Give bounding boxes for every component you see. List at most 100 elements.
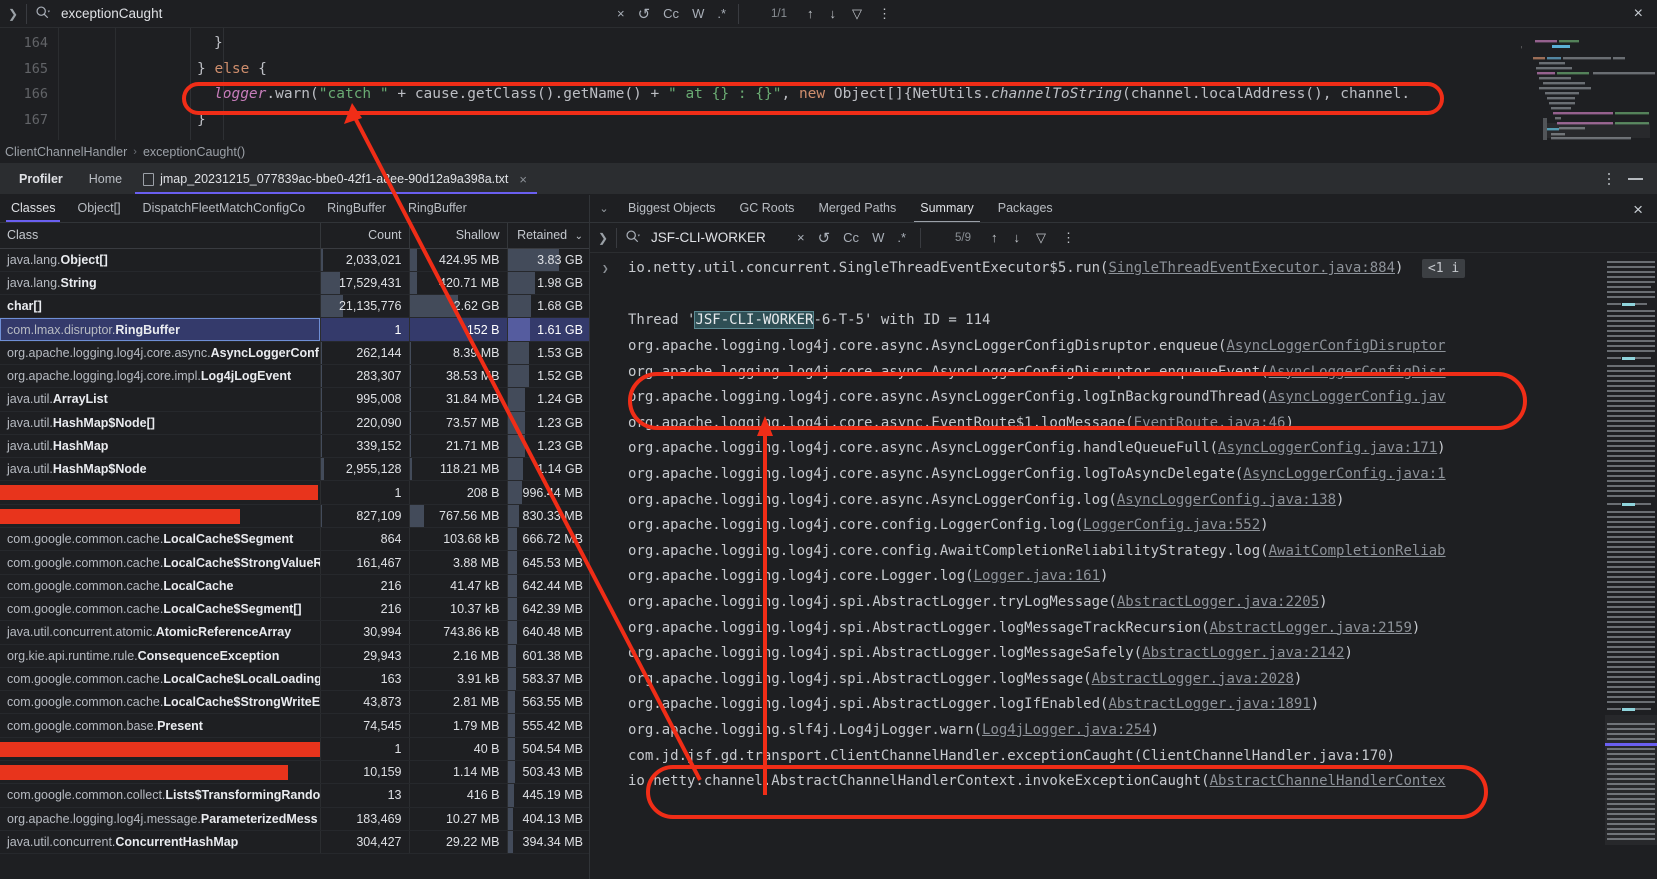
- frame-source-link[interactable]: AsyncLoggerConfig.jav: [1269, 389, 1446, 405]
- table-row[interactable]: 827,109 767.56 MB 830.33 MB: [0, 504, 589, 529]
- frame-source-link[interactable]: LoggerConfig.java:552: [1083, 517, 1260, 533]
- stack-frame-row[interactable]: org.apache.logging.log4j.spi.AbstractLog…: [590, 590, 1657, 616]
- frame-source-link[interactable]: AsyncLoggerConfigDisr: [1269, 364, 1446, 380]
- find-more-icon[interactable]: ⋮: [878, 6, 891, 22]
- tab-heap-dump-file[interactable]: jmap_20231215_077839ac-bbe0-42f1-a8ee-90…: [135, 164, 537, 194]
- regex-loop-icon[interactable]: ↺: [638, 5, 651, 23]
- table-row[interactable]: 1 40 B 504.54 MB: [0, 737, 589, 762]
- table-row[interactable]: java.lang.String 17,529,431 420.71 MB 1.98 …: [0, 271, 589, 296]
- stack-frame-row[interactable]: org.apache.logging.log4j.core.async.Asyn…: [590, 462, 1657, 488]
- stack-frame-row[interactable]: org.apache.logging.log4j.spi.AbstractLog…: [590, 616, 1657, 642]
- stack-frame-row[interactable]: org.apache.logging.log4j.core.Logger.log…: [590, 564, 1657, 590]
- table-row[interactable]: com.google.common.cache.LocalCache$Stron…: [0, 690, 589, 715]
- tab-home[interactable]: Home: [76, 164, 135, 194]
- match-case-toggle[interactable]: Cc: [663, 6, 679, 21]
- expand-chevron-icon[interactable]: ❯: [602, 255, 609, 282]
- frame-source-link[interactable]: AwaitCompletionReliab: [1269, 543, 1446, 559]
- stack-frame-row[interactable]: org.apache.logging.log4j.core.async.Asyn…: [590, 334, 1657, 360]
- search-icon[interactable]: [27, 5, 57, 23]
- column-header-class[interactable]: Class: [0, 223, 320, 249]
- stack-frame-row[interactable]: org.apache.logging.log4j.core.config.Log…: [590, 513, 1657, 539]
- stack-frame-row[interactable]: org.apache.logging.log4j.spi.AbstractLog…: [590, 641, 1657, 667]
- stack-frame-row[interactable]: org.apache.logging.log4j.core.async.Even…: [590, 411, 1657, 437]
- stack-frame-row[interactable]: org.apache.logging.log4j.core.async.Asyn…: [590, 360, 1657, 386]
- trace-find-input[interactable]: JSF-CLI-WORKER: [647, 230, 797, 245]
- trace-minimap[interactable]: [1605, 253, 1657, 845]
- trace-search-icon[interactable]: [617, 229, 647, 247]
- close-analysis-icon[interactable]: ×: [1633, 200, 1643, 220]
- sub-tab-dispatchfleetmatchconfig[interactable]: DispatchFleetMatchConfigCo: [132, 195, 317, 222]
- tab-summary[interactable]: Summary: [908, 195, 985, 222]
- code-text[interactable]: } } else { logger.warn("catch " + cause.…: [172, 28, 1657, 140]
- classes-table-viewport[interactable]: Class Count Shallow Retained ⌄ java.lang…: [0, 223, 589, 879]
- code-editor[interactable]: 164 165 166 167 } } else { logger.warn("…: [0, 28, 1657, 140]
- table-row[interactable]: com.google.common.base.Present 74,545 1.79…: [0, 713, 589, 738]
- table-row[interactable]: com.google.common.cache.LocalCache$Local…: [0, 667, 589, 692]
- table-row[interactable]: java.util.HashMap$Node 2,955,128 118.21 MB…: [0, 457, 589, 482]
- frame-source-link[interactable]: Logger.java:161: [974, 568, 1100, 584]
- trace-clear-search-icon[interactable]: ×: [797, 230, 805, 245]
- stack-frame-row[interactable]: org.apache.logging.log4j.core.async.Asyn…: [590, 385, 1657, 411]
- trace-source-link[interactable]: SingleThreadEventExecutor.java:884: [1108, 260, 1395, 276]
- sub-tab-classes[interactable]: Classes: [0, 195, 66, 222]
- stack-frame-row[interactable]: org.apache.logging.slf4j.Log4jLogger.war…: [590, 718, 1657, 744]
- tab-biggest-objects[interactable]: Biggest Objects: [616, 195, 728, 222]
- frame-source-link[interactable]: AbstractLogger.java:2142: [1142, 645, 1344, 661]
- trace-find-more-icon[interactable]: ⋮: [1062, 230, 1075, 246]
- frame-source-link[interactable]: Log4jLogger.java:254: [982, 722, 1151, 738]
- trace-regex-toggle[interactable]: .*: [897, 230, 906, 245]
- table-row[interactable]: java.util.concurrent.atomic.AtomicRefere…: [0, 620, 589, 645]
- table-row[interactable]: java.util.ArrayList 995,008 31.84 MB 1.24 G…: [0, 387, 589, 412]
- frame-source-link[interactable]: AbstractLogger.java:2159: [1210, 620, 1412, 636]
- table-row[interactable]: org.apache.logging.log4j.core.impl.Log4j…: [0, 364, 589, 389]
- find-next-icon[interactable]: ↓: [830, 6, 837, 21]
- trace-filter-icon[interactable]: ▽: [1036, 230, 1046, 246]
- tab-merged-paths[interactable]: Merged Paths: [806, 195, 908, 222]
- table-row[interactable]: java.lang.Object[] 2,033,021 424.95 MB 3.83…: [0, 248, 589, 272]
- trace-find-prev-icon[interactable]: ↑: [991, 230, 998, 245]
- filter-icon[interactable]: ▽: [852, 6, 862, 22]
- find-prev-icon[interactable]: ↑: [807, 6, 814, 21]
- whole-words-toggle[interactable]: W: [692, 6, 704, 21]
- clear-search-icon[interactable]: ×: [617, 6, 625, 21]
- stack-frame-row[interactable]: org.apache.logging.log4j.spi.AbstractLog…: [590, 667, 1657, 693]
- table-row[interactable]: com.google.common.cache.LocalCache$Segme…: [0, 527, 589, 552]
- trace-row-root[interactable]: ❯ io.netty.util.concurrent.SingleThreadE…: [590, 255, 1657, 282]
- editor-minimap[interactable]: [1517, 28, 1657, 140]
- regex-toggle[interactable]: .*: [717, 6, 726, 21]
- frame-source-link[interactable]: AsyncLoggerConfig.java:138: [1117, 492, 1336, 508]
- stack-frame-row[interactable]: org.apache.logging.log4j.core.config.Awa…: [590, 539, 1657, 565]
- table-row[interactable]: org.kie.api.runtime.rule.ConsequenceExce…: [0, 644, 589, 668]
- stack-frame-row[interactable]: org.apache.logging.log4j.spi.AbstractLog…: [590, 692, 1657, 718]
- table-row[interactable]: org.apache.logging.log4j.message.Paramet…: [0, 807, 589, 831]
- frame-source-link[interactable]: AsyncLoggerConfig.java:171: [1218, 440, 1437, 456]
- tab-packages[interactable]: Packages: [986, 195, 1065, 222]
- thread-stack-trace[interactable]: ❯ io.netty.util.concurrent.SingleThreadE…: [590, 253, 1657, 879]
- stack-frame-row[interactable]: io.netty.channel.AbstractChannelHandlerC…: [590, 769, 1657, 795]
- table-row[interactable]: 10,159 1.14 MB 503.43 MB: [0, 760, 589, 785]
- minimize-icon[interactable]: [1628, 178, 1643, 180]
- chevron-down-icon[interactable]: ⌄: [592, 202, 616, 215]
- table-row[interactable]: com.google.common.cache.LocalCache$Stron…: [0, 550, 589, 575]
- frame-source-link[interactable]: EventRoute.java:46: [1134, 415, 1286, 431]
- table-row[interactable]: java.util.HashMap 339,152 21.71 MB 1.23 GB: [0, 434, 589, 459]
- trace-find-next-icon[interactable]: ↓: [1014, 230, 1021, 245]
- breadcrumb-item-method[interactable]: exceptionCaught(): [143, 145, 245, 159]
- find-expand-icon[interactable]: ❯: [0, 7, 26, 21]
- table-row[interactable]: com.google.common.cache.LocalCache$Segme…: [0, 597, 589, 622]
- frame-source-link[interactable]: AbstractLogger.java:1891: [1108, 696, 1310, 712]
- table-row[interactable]: 1 208 B 996.44 MB: [0, 480, 589, 505]
- frame-source-link[interactable]: AbstractChannelHandlerContex: [1210, 773, 1446, 789]
- sub-tab-ringbuffer-2[interactable]: RingBuffer: [397, 195, 478, 222]
- sub-tab-ringbuffer-1[interactable]: RingBuffer: [316, 195, 397, 222]
- breadcrumb-item-class[interactable]: ClientChannelHandler: [5, 145, 127, 159]
- trace-find-expand-icon[interactable]: ❯: [590, 231, 616, 245]
- table-row[interactable]: org.apache.logging.log4j.core.async.Asyn…: [0, 341, 589, 365]
- tab-gc-roots[interactable]: GC Roots: [728, 195, 807, 222]
- close-tab-icon[interactable]: ×: [519, 172, 527, 187]
- frame-source-link[interactable]: AbstractLogger.java:2028: [1092, 671, 1294, 687]
- column-header-count[interactable]: Count: [319, 223, 409, 249]
- stack-frame-row[interactable]: com.jd.jsf.gd.transport.ClientChannelHan…: [590, 744, 1657, 770]
- more-options-icon[interactable]: [1607, 172, 1610, 186]
- column-header-shallow[interactable]: Shallow: [408, 223, 507, 249]
